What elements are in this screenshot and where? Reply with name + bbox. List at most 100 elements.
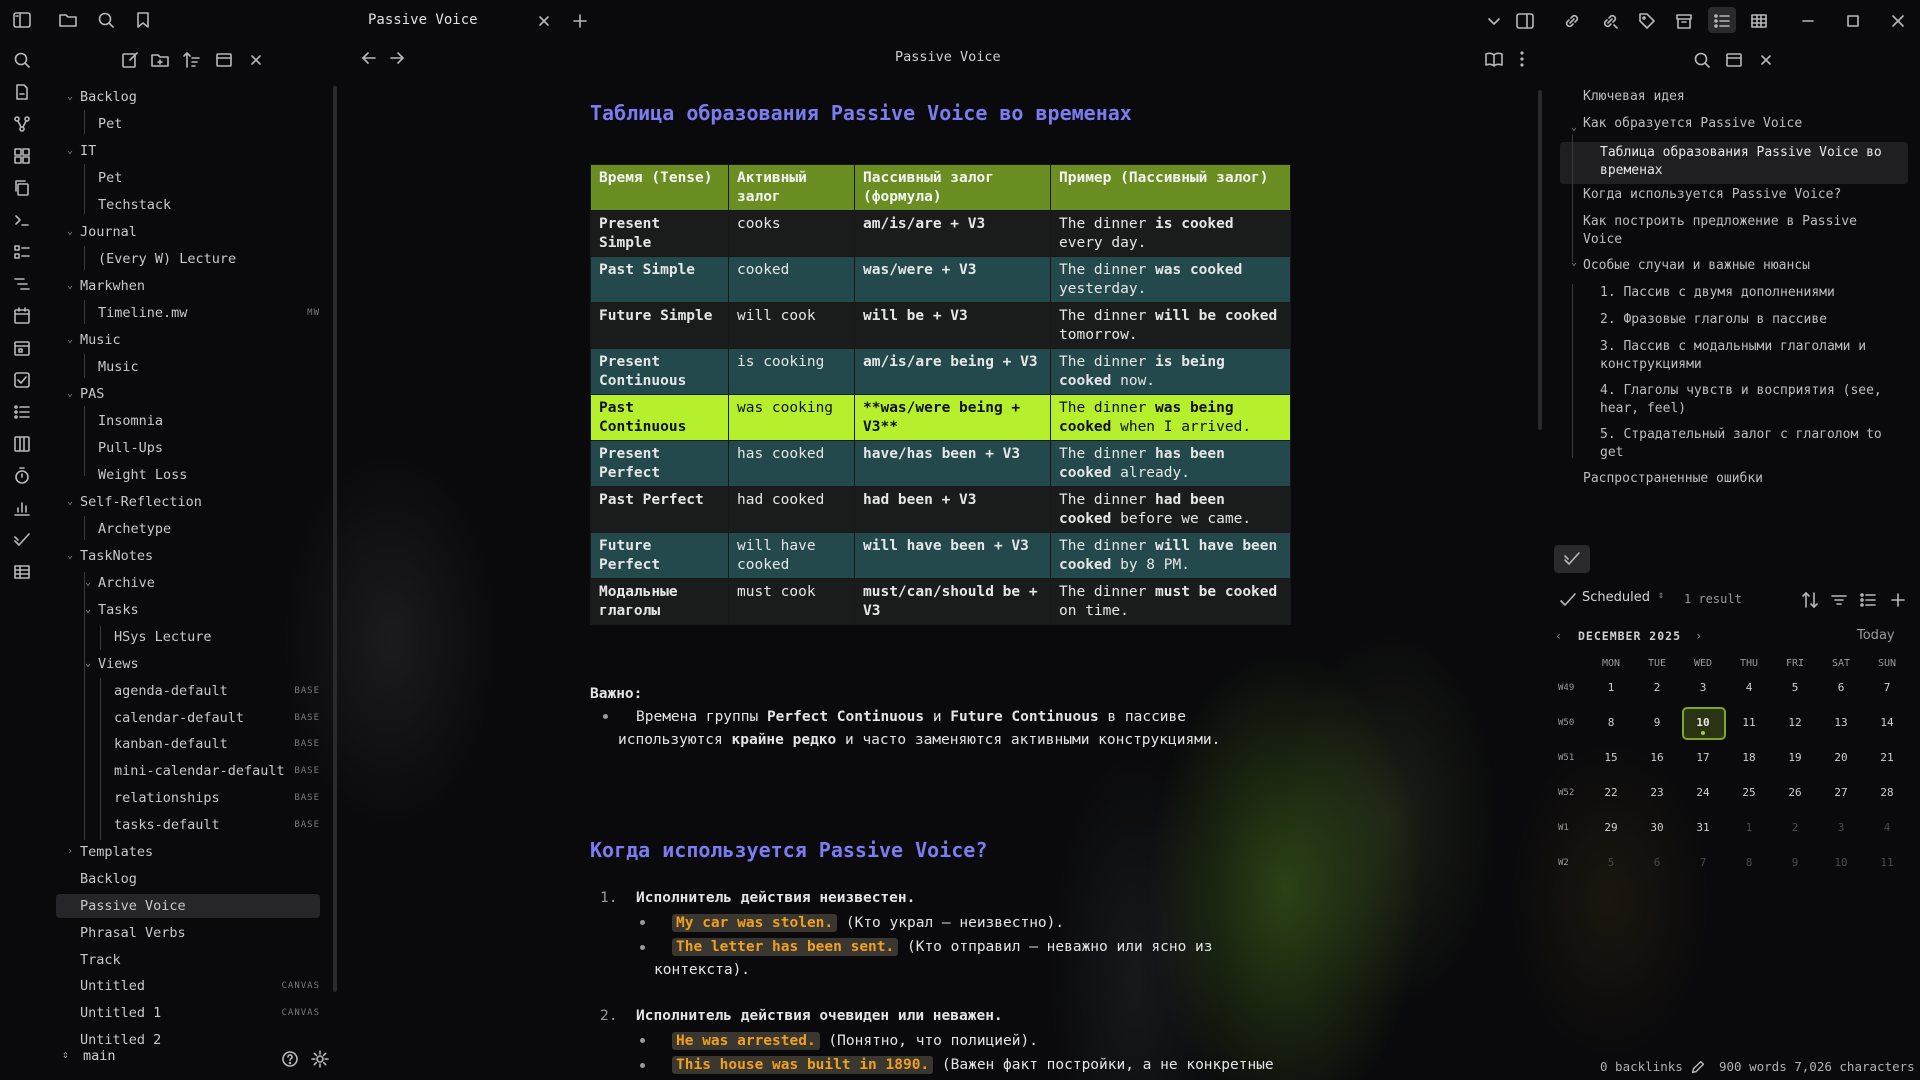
tree-item[interactable]: Insomnia	[98, 409, 320, 433]
tree-item[interactable]: tasks-default BASE	[114, 813, 320, 837]
outline-item[interactable]: Как образуется Passive Voice	[1583, 115, 1883, 133]
calendar-day[interactable]: 6	[1826, 678, 1856, 698]
tree-item[interactable]: Phrasal Verbs	[80, 921, 320, 945]
tree-item[interactable]: Music	[98, 355, 320, 379]
outline-item[interactable]: Распространенные ошибки	[1583, 470, 1883, 488]
outline-item[interactable]: Ключевая идея	[1583, 88, 1883, 106]
calendar-day[interactable]: 3	[1826, 818, 1856, 838]
tree-item[interactable]: Pet	[98, 112, 320, 136]
today-button[interactable]: Today	[1857, 628, 1895, 643]
settings-gear-icon[interactable]	[310, 1049, 330, 1069]
tree-item[interactable]: Untitled 1 CANVAS	[80, 1001, 320, 1025]
task-check-icon[interactable]	[12, 370, 32, 390]
calendar-day[interactable]: 22	[1596, 783, 1626, 803]
calendar-day[interactable]: 30	[1642, 818, 1672, 838]
view-title[interactable]: Passive Voice	[895, 49, 1001, 65]
chevron-down-icon[interactable]: ⌄	[67, 139, 73, 163]
tree-item[interactable]: ⌄ Tasks	[85, 598, 320, 622]
chevron-down-icon[interactable]: ⌄	[67, 220, 73, 244]
tree-item[interactable]: (Every W) Lecture	[98, 247, 320, 271]
calendar-day[interactable]: 7	[1688, 853, 1718, 873]
calendar-day[interactable]: 11	[1872, 853, 1902, 873]
outline-item[interactable]: Таблица образования Passive Voice во вре…	[1600, 144, 1890, 180]
tab-close-icon[interactable]	[534, 11, 554, 31]
next-month-icon[interactable]: ›	[1695, 629, 1702, 643]
chevron-down-icon[interactable]: ⌄	[67, 274, 73, 298]
calendar-day[interactable]: 4	[1734, 678, 1764, 698]
calendar-day[interactable]: 8	[1596, 713, 1626, 733]
chevron-down-icon[interactable]: ⌄	[67, 328, 73, 352]
tree-item[interactable]: ⌄ PAS	[67, 382, 320, 406]
tree-item[interactable]: ⌄ Archive	[85, 571, 320, 595]
tree-item[interactable]: ⌄ IT	[67, 139, 320, 163]
tags-icon[interactable]	[1637, 11, 1657, 31]
calendar-day[interactable]: 27	[1826, 783, 1856, 803]
checklist-icon[interactable]	[12, 242, 32, 262]
tree-item[interactable]: kanban-default BASE	[114, 732, 320, 756]
view-selector[interactable]: Scheduled	[1582, 590, 1650, 605]
tasknotes-check-icon[interactable]	[12, 530, 32, 550]
window-close-icon[interactable]	[1888, 11, 1908, 31]
calendar-day[interactable]: 26	[1780, 783, 1810, 803]
tree-item[interactable]: ⌄ Views	[85, 652, 320, 676]
calendar-day[interactable]: 12	[1780, 713, 1810, 733]
view-selector-chevron-icon[interactable]: ⇕	[1658, 590, 1664, 601]
grid-icon[interactable]	[12, 146, 32, 166]
bookmark-icon[interactable]	[133, 10, 153, 30]
chevron-down-icon[interactable]: ⌄	[67, 382, 73, 406]
calendar-day[interactable]: 6	[1642, 853, 1672, 873]
chevron-right-icon[interactable]: ›	[67, 840, 73, 864]
search-tab-icon[interactable]	[96, 10, 116, 30]
tab-list-chevron-icon[interactable]	[1484, 11, 1504, 31]
calendar-day[interactable]: 9	[1780, 853, 1810, 873]
table-icon[interactable]	[12, 562, 32, 582]
help-icon[interactable]	[280, 1049, 300, 1069]
calendar-day[interactable]: 2	[1642, 678, 1672, 698]
calendar-day[interactable]: 7	[1872, 678, 1902, 698]
prev-month-icon[interactable]: ‹	[1555, 629, 1562, 643]
calendar-alt-icon[interactable]	[12, 338, 32, 358]
tasknotes-icon[interactable]	[1562, 549, 1582, 569]
tree-item[interactable]: ⌄ Music	[67, 328, 320, 352]
new-tab-icon[interactable]	[570, 11, 590, 31]
calendar-day[interactable]: 5	[1596, 853, 1626, 873]
terminal-icon[interactable]	[12, 210, 32, 230]
tree-item[interactable]: Pull-Ups	[98, 436, 320, 460]
copy-icon[interactable]	[12, 178, 32, 198]
tree-item[interactable]: Untitled CANVAS	[80, 974, 320, 998]
calendar-day[interactable]: 8	[1734, 853, 1764, 873]
graph-view-icon[interactable]	[12, 114, 32, 134]
table-view-icon[interactable]	[1749, 11, 1769, 31]
tree-item[interactable]: Timeline.mw MW	[98, 301, 320, 325]
tree-item[interactable]: mini-calendar-default BASE	[114, 759, 320, 783]
tree-item[interactable]: agenda-default BASE	[114, 679, 320, 703]
tree-item[interactable]: ⌄ TaskNotes	[67, 544, 320, 568]
timer-icon[interactable]	[12, 466, 32, 486]
tree-item[interactable]: calendar-default BASE	[114, 706, 320, 730]
tree-item[interactable]: ⌄ Backlog	[67, 85, 320, 109]
list-view-icon[interactable]	[1858, 590, 1878, 610]
outline-item[interactable]: 2. Фразовые глаголы в пассиве	[1600, 311, 1890, 329]
toggle-sidebar-icon[interactable]	[12, 10, 32, 30]
tree-item[interactable]: Passive Voice	[80, 894, 320, 918]
calendar-day[interactable]: 15	[1596, 748, 1626, 768]
collapse-icon[interactable]	[214, 50, 234, 70]
calendar-day[interactable]: 19	[1780, 748, 1810, 768]
minimize-icon[interactable]	[1798, 11, 1818, 31]
new-folder-icon[interactable]	[150, 50, 170, 70]
calendar-day[interactable]: 4	[1872, 818, 1902, 838]
back-arrow-icon[interactable]	[359, 48, 379, 68]
outgoing-links-icon[interactable]	[1600, 11, 1620, 31]
stats-icon[interactable]	[12, 498, 32, 518]
kanban-icon[interactable]	[12, 434, 32, 454]
outline-item[interactable]: Особые случаи и важные нюансы	[1583, 257, 1883, 275]
chevron-down-icon[interactable]: ⌄	[67, 490, 73, 514]
tree-item[interactable]: › Templates	[67, 840, 320, 864]
outline-close-icon[interactable]	[1756, 50, 1776, 70]
calendar-day[interactable]: 14	[1872, 713, 1902, 733]
calendar-day[interactable]: 9	[1642, 713, 1672, 733]
tree-item[interactable]: Pet	[98, 166, 320, 190]
outline-collapse-icon[interactable]	[1724, 50, 1744, 70]
calendar-day[interactable]: 24	[1688, 783, 1718, 803]
link-icon[interactable]	[1562, 11, 1582, 31]
